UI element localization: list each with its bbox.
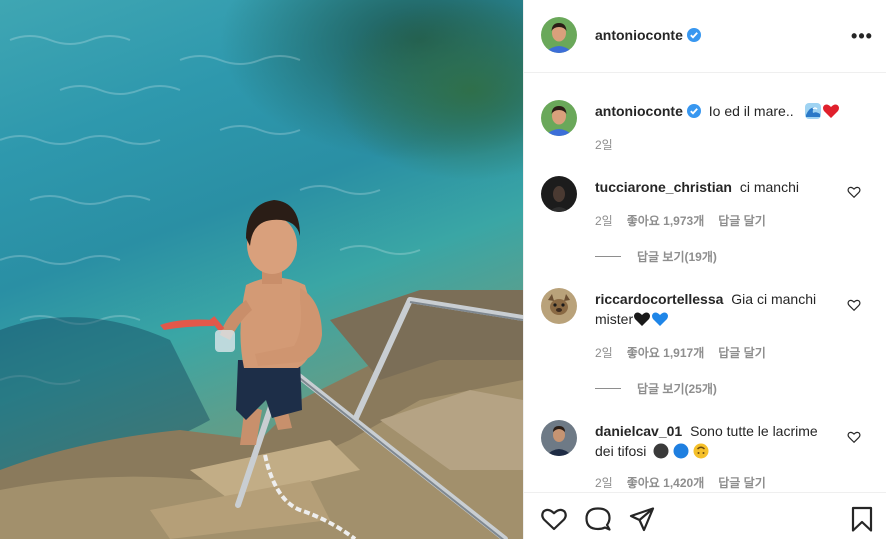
- comment-like-heart-icon[interactable]: [847, 298, 861, 312]
- comment-meta: 2일 좋아요 1,917개 답글 달기: [595, 344, 780, 361]
- caption-username[interactable]: antonioconte: [595, 103, 683, 119]
- author-avatar[interactable]: [541, 17, 577, 53]
- author-avatar-image: [541, 17, 577, 53]
- caption-author-avatar[interactable]: [541, 100, 577, 136]
- upside-down-face-emoji: [693, 443, 709, 459]
- post-actions-bar: [524, 492, 886, 539]
- replies-line: [595, 388, 621, 389]
- heart-icon[interactable]: [540, 505, 568, 533]
- view-replies-label: 답글 보기(19개): [637, 250, 717, 264]
- caption-time-text[interactable]: 2일: [595, 138, 613, 152]
- post-header: antonioconte •••: [524, 0, 886, 73]
- bookmark-icon[interactable]: [848, 505, 876, 533]
- comment-username[interactable]: danielcav_01: [595, 423, 682, 439]
- comment-time[interactable]: 2일: [595, 214, 613, 228]
- blue-circle-emoji: [673, 443, 689, 459]
- commenter-avatar-image: [541, 420, 577, 456]
- comment-text-1: tucciarone_christian ci manchi: [595, 177, 799, 197]
- view-replies-button[interactable]: 답글 보기(25개): [595, 380, 717, 397]
- comment-like-heart-icon[interactable]: [847, 430, 861, 444]
- reply-button[interactable]: 답글 달기: [718, 214, 766, 228]
- post-photo-image: [0, 35, 523, 539]
- commenter-avatar-image: [541, 288, 577, 324]
- comment-time[interactable]: 2일: [595, 346, 613, 360]
- post-photo[interactable]: [0, 0, 523, 539]
- comment-username[interactable]: tucciarone_christian: [595, 179, 732, 195]
- comment-text-3: danielcav_01 Sono tutte le lacrime dei t…: [595, 421, 865, 461]
- comment-like-heart-icon[interactable]: [847, 185, 861, 199]
- caption-time: 2일: [595, 136, 627, 153]
- comments-list: antonioconte Io ed il mare.. 2일 tucciaro…: [524, 74, 886, 492]
- blue-heart-emoji: [652, 312, 669, 326]
- comment-likes[interactable]: 좋아요 1,420개: [627, 476, 705, 490]
- verified-badge-icon: [686, 104, 701, 118]
- red-heart-emoji: [822, 104, 839, 118]
- post-side-panel: antonioconte ••• antonioconte Io ed il m…: [524, 0, 886, 539]
- verified-badge-icon: [686, 28, 701, 42]
- reply-button[interactable]: 답글 달기: [718, 476, 766, 490]
- comment-meta: 2일 좋아요 1,420개 답글 달기: [595, 474, 780, 491]
- more-options-icon[interactable]: •••: [850, 24, 874, 48]
- comment-likes[interactable]: 좋아요 1,917개: [627, 346, 705, 360]
- comment-icon[interactable]: [584, 505, 612, 533]
- commenter-avatar[interactable]: [541, 288, 577, 324]
- comment-body-line2: mister: [595, 311, 634, 327]
- reply-button[interactable]: 답글 달기: [718, 346, 766, 360]
- comment-username[interactable]: riccardocortellessa: [595, 291, 723, 307]
- comment-time[interactable]: 2일: [595, 476, 613, 490]
- author-username-row: antonioconte: [595, 27, 701, 43]
- comment-likes[interactable]: 좋아요 1,973개: [627, 214, 705, 228]
- caption-text: Io ed il mare..: [708, 103, 794, 119]
- author-username[interactable]: antonioconte: [595, 27, 683, 43]
- comment-body-line2: dei tifosi: [595, 443, 647, 459]
- comment-meta: 2일 좋아요 1,973개 답글 달기: [595, 212, 780, 229]
- share-icon[interactable]: [628, 505, 656, 533]
- view-replies-button[interactable]: 답글 보기(19개): [595, 248, 717, 265]
- comment-body: Gia ci manchi: [731, 291, 817, 307]
- black-heart-emoji: [634, 312, 651, 326]
- comment-text-2: riccardocortellessa Gia ci manchi mister: [595, 289, 865, 329]
- commenter-avatar[interactable]: [541, 176, 577, 212]
- view-replies-label: 답글 보기(25개): [637, 382, 717, 396]
- caption-avatar-image: [541, 100, 577, 136]
- replies-line: [595, 256, 621, 257]
- comment-body: Sono tutte le lacrime: [690, 423, 818, 439]
- black-circle-emoji: [653, 443, 669, 459]
- caption: antonioconte Io ed il mare..: [595, 101, 840, 121]
- commenter-avatar[interactable]: [541, 420, 577, 456]
- commenter-avatar-image: [541, 176, 577, 212]
- wave-emoji: [804, 103, 821, 119]
- comment-body: ci manchi: [739, 179, 799, 195]
